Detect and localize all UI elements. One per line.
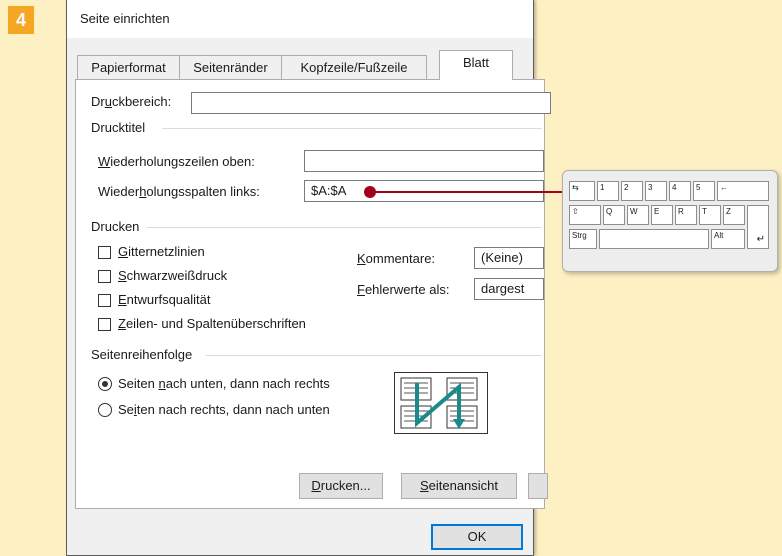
blatt-panel: Druckbereich: Drucktitel Wiederholungsze… — [75, 79, 551, 509]
key-4: 4 — [669, 181, 691, 201]
seitenreihenfolge-heading: Seitenreihenfolge — [91, 347, 193, 362]
ok-button[interactable]: OK — [431, 524, 523, 550]
tab-kopfzeile-fusszeile[interactable]: Kopfzeile/Fußzeile — [281, 55, 427, 79]
schwarzweissdruck-checkbox[interactable] — [98, 270, 111, 283]
dialog-titlebar: Seite einrichten — [67, 0, 533, 38]
druckbereich-input[interactable] — [191, 92, 551, 114]
gitternetzlinien-checkbox[interactable] — [98, 246, 111, 259]
tab-papierformat[interactable]: Papierformat — [77, 55, 180, 79]
backspace-key-icon: ← — [717, 181, 769, 201]
fehlerwerte-select[interactable]: dargest — [474, 278, 544, 300]
ctrl-key: Strg — [569, 229, 597, 249]
shift-key-icon: ⇧ — [569, 205, 601, 225]
tab-strip: Papierformat Seitenränder Kopfzeile/Fußz… — [67, 50, 533, 80]
tab-blatt[interactable]: Blatt — [439, 50, 513, 80]
optionen-button[interactable] — [528, 473, 548, 499]
key-5: 5 — [693, 181, 715, 201]
key-2: 2 — [621, 181, 643, 201]
key-1: 1 — [597, 181, 619, 201]
wiederholungszeilen-input[interactable] — [304, 150, 544, 172]
key-q: Q — [603, 205, 625, 225]
fehlerwerte-label: Fehlerwerte als: — [357, 282, 450, 297]
schwarzweissdruck-label: Schwarzweißdruck — [118, 268, 228, 283]
space-key — [599, 229, 709, 249]
zeilen-spaltenueberschriften-label: Zeilen- und Spaltenüberschriften — [118, 316, 306, 331]
key-w: W — [627, 205, 649, 225]
key-3: 3 — [645, 181, 667, 201]
tab-key-icon: ⇆ — [569, 181, 595, 201]
dialog-title: Seite einrichten — [80, 11, 170, 26]
alt-key: Alt — [711, 229, 745, 249]
drucktitel-divider — [162, 128, 542, 129]
enter-key-icon: ↵ — [747, 205, 769, 249]
page-setup-dialog: Seite einrichten Papierformat Seitenränd… — [66, 0, 551, 556]
page-order-preview-icon — [394, 372, 488, 434]
gitternetzlinien-label: Gitternetzlinien — [118, 244, 205, 259]
seitenansicht-button[interactable]: Seitenansicht — [401, 473, 517, 499]
kommentare-select[interactable]: (Keine) — [474, 247, 544, 269]
drucken-divider — [146, 227, 542, 228]
entwurfsqualitaet-label: Entwurfsqualität — [118, 292, 211, 307]
order-over-then-down-label: Seiten nach rechts, dann nach unten — [118, 402, 330, 417]
druckbereich-label: Druckbereich: — [91, 94, 172, 109]
wiederholungsspalten-label: Wiederholungsspalten links: — [98, 184, 260, 199]
drucken-button[interactable]: Drucken... — [299, 473, 383, 499]
callout-line — [370, 191, 564, 193]
entwurfsqualitaet-checkbox[interactable] — [98, 294, 111, 307]
kommentare-label: Kommentare: — [357, 251, 436, 266]
keyboard-illustration: ⇆ 1 2 3 4 5 ← ⇧ Q W E R T Z ↵ Strg Alt — [562, 170, 778, 272]
wiederholungszeilen-label: Wiederholungszeilen oben: — [98, 154, 255, 169]
order-down-then-over-label: Seiten nach unten, dann nach rechts — [118, 376, 330, 391]
seitenreihenfolge-divider — [206, 355, 542, 356]
zeilen-spaltenueberschriften-checkbox[interactable] — [98, 318, 111, 331]
key-z: Z — [723, 205, 745, 225]
drucktitel-heading: Drucktitel — [91, 120, 146, 135]
tab-seitenraender[interactable]: Seitenränder — [179, 55, 282, 79]
key-t: T — [699, 205, 721, 225]
drucken-heading: Drucken — [91, 219, 140, 234]
key-e: E — [651, 205, 673, 225]
key-r: R — [675, 205, 697, 225]
order-over-then-down-radio[interactable] — [98, 403, 112, 417]
order-down-then-over-radio[interactable] — [98, 377, 112, 391]
step-number-badge: 4 — [8, 6, 34, 34]
